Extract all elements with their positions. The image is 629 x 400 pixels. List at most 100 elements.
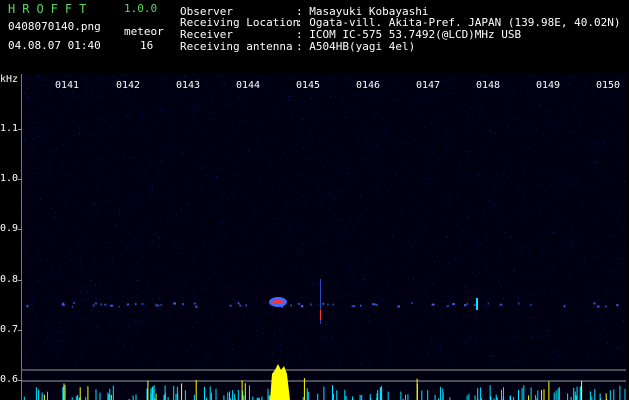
noise-speck (375, 144, 377, 146)
noise-speck (295, 269, 297, 271)
noise-speck (69, 284, 71, 286)
noise-speck (535, 295, 537, 297)
noise-speck (358, 133, 360, 135)
noise-speck (111, 127, 113, 129)
noise-speck (212, 314, 214, 316)
noise-speck (129, 326, 131, 327)
noise-speck (317, 275, 319, 277)
noise-speck (506, 219, 508, 221)
noise-speck (493, 275, 495, 276)
band-echo (326, 303, 329, 306)
noise-speck (334, 180, 336, 182)
noise-speck (393, 98, 395, 100)
noise-speck (24, 139, 26, 141)
noise-speck (45, 321, 47, 323)
spectrogram-plot (22, 74, 626, 400)
noise-speck (495, 187, 497, 189)
noise-speck (287, 183, 289, 185)
noise-speck (262, 266, 264, 268)
noise-speck (317, 116, 319, 117)
noise-speck (492, 125, 494, 127)
noise-speck (334, 215, 336, 217)
noise-speck (528, 317, 530, 319)
noise-speck (562, 249, 564, 251)
noise-speck (60, 92, 62, 94)
noise-speck (509, 160, 511, 162)
noise-speck (179, 308, 181, 310)
noise-speck (243, 224, 245, 226)
noise-speck (352, 169, 354, 171)
noise-speck (360, 195, 362, 197)
noise-speck (159, 110, 161, 112)
noise-speck (121, 254, 122, 256)
noise-speck (147, 287, 149, 289)
noise-speck (78, 127, 80, 129)
level-bar (575, 395, 577, 400)
noise-speck (23, 195, 25, 197)
noise-speck (603, 329, 604, 331)
noise-speck (472, 110, 474, 111)
noise-speck (455, 357, 457, 359)
noise-speck (111, 191, 113, 192)
noise-speck (408, 278, 410, 280)
noise-speck (386, 193, 387, 195)
noise-speck (68, 105, 69, 107)
noise-speck (165, 289, 166, 291)
noise-speck (526, 212, 528, 214)
noise-speck (528, 253, 530, 255)
level-bar (468, 393, 470, 400)
level-bar (576, 386, 578, 400)
noise-speck (181, 151, 183, 153)
noise-speck (378, 174, 380, 176)
noise-speck (320, 114, 322, 116)
noise-speck (112, 125, 114, 127)
noise-speck (39, 172, 41, 174)
noise-speck (421, 285, 423, 287)
noise-speck (85, 92, 87, 94)
noise-speck (218, 263, 220, 264)
noise-speck (350, 238, 352, 240)
band-echo (431, 303, 435, 306)
noise-speck (135, 93, 137, 95)
noise-speck (187, 183, 189, 185)
noise-speck (280, 280, 281, 282)
noise-speck (239, 96, 241, 98)
noise-speck (55, 219, 57, 221)
level-bar (541, 390, 543, 400)
noise-speck (154, 233, 156, 235)
level-bar (164, 393, 166, 400)
level-bar (359, 394, 361, 400)
noise-speck (257, 335, 258, 337)
noise-speck (571, 228, 573, 230)
noise-speck (488, 201, 490, 202)
noise-speck (515, 130, 517, 132)
noise-speck (479, 93, 481, 95)
noise-speck (490, 131, 492, 133)
noise-speck (340, 359, 342, 361)
noise-speck (469, 338, 471, 340)
freq-tick: 0.9 (0, 223, 19, 234)
level-bar (594, 389, 596, 400)
noise-speck (344, 156, 346, 158)
noise-speck (586, 355, 588, 357)
noise-speck (226, 137, 228, 139)
noise-speck (592, 220, 594, 222)
noise-speck (45, 129, 47, 131)
noise-speck (330, 193, 331, 195)
band-echo (518, 302, 520, 305)
noise-speck (478, 174, 480, 175)
noise-speck (199, 167, 201, 168)
meteor-count: 16 (140, 39, 154, 52)
noise-speck (309, 284, 311, 286)
noise-speck (149, 196, 151, 198)
noise-speck (239, 351, 241, 353)
noise-speck (98, 285, 100, 287)
noise-speck (600, 306, 602, 308)
noise-speck (383, 217, 385, 219)
noise-speck (624, 221, 626, 223)
noise-speck (208, 279, 210, 281)
noise-speck (130, 170, 132, 172)
noise-speck (115, 225, 116, 226)
noise-speck (616, 221, 618, 223)
level-bar (599, 393, 601, 400)
